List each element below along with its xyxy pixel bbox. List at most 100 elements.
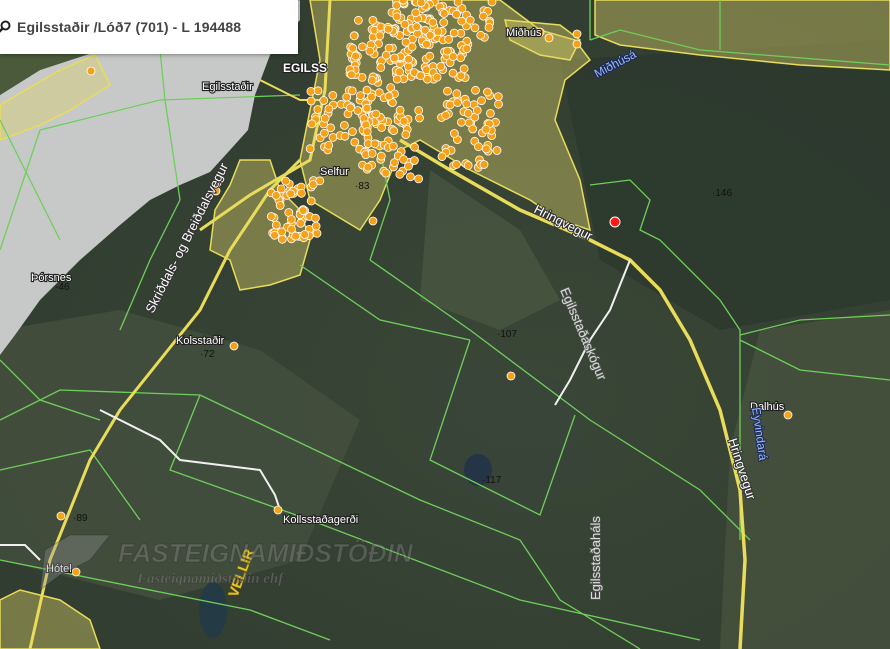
address-point [353,15,363,25]
address-point [457,16,467,26]
elevation-label: ·146 [712,188,732,199]
address-point [370,139,380,149]
address-point [479,160,489,169]
address-point [395,169,405,179]
address-point [328,132,338,142]
address-point [410,142,420,152]
address-point [296,188,306,198]
address-point [346,70,356,80]
address-point [425,51,435,61]
address-point [465,15,475,25]
address-point [313,105,323,114]
address-point [376,151,386,161]
address-point [404,161,413,171]
address-point [392,1,402,10]
address-point [484,22,494,32]
address-point [371,109,381,119]
address-point [319,96,329,105]
map-canvas[interactable]: EGILSS Egilsstaðir Miðhús Þórsnes Kolsst… [0,0,890,649]
address-point [456,53,466,63]
address-point [362,127,372,137]
search-bar[interactable]: Egilsstaðir /Lóð7 (701) - L 194488 [0,0,298,54]
address-point [324,140,334,150]
address-point [392,12,402,22]
address-point [271,220,281,230]
address-point [403,62,413,71]
address-point [300,230,310,239]
address-point [271,191,281,200]
address-point [286,214,296,224]
address-point [468,124,478,134]
elevation-label: ·107 [497,329,517,340]
address-point [432,72,442,82]
address-point [339,121,349,130]
address-point [390,158,399,168]
address-point [395,105,405,115]
place-label-midhus: Miðhús [506,27,542,39]
place-label-egilsstadir-top: EGILSS [283,61,327,75]
place-label-selfur: Selfur [320,166,349,178]
address-point [266,212,276,221]
selected-parcel-marker[interactable] [609,216,621,228]
address-point [328,91,338,100]
address-point [453,98,462,107]
address-point [381,168,391,178]
watermark-subtitle: Fasteignamiðstöðin ehf [136,571,285,587]
address-point [362,103,372,113]
address-point [415,113,424,123]
address-point [416,71,426,81]
address-point [277,234,287,244]
address-point [345,103,355,113]
address-point [470,23,480,33]
address-point [481,144,491,154]
address-point [463,160,473,170]
elevation-label: ·89 [73,513,88,524]
address-point [437,152,447,162]
elevation-label: ·72 [200,349,215,360]
address-point [388,141,398,151]
address-point [381,50,391,60]
address-point [436,62,446,71]
address-point [445,100,455,110]
place-label-kollsstadagerdi: Kollsstaðagerði [283,514,358,526]
address-point [311,221,321,231]
address-point [395,67,405,77]
place-label-kolsstadir: Kolsstaðir [176,335,225,347]
address-point [308,180,318,189]
address-point [307,119,317,129]
address-point [448,68,458,78]
address-point [348,43,358,53]
address-point [449,129,459,138]
address-point [456,71,466,81]
search-query-text[interactable]: Egilsstaðir /Lóð7 (701) - L 194488 [17,19,241,35]
address-point [351,51,361,61]
address-point [319,128,329,138]
address-point [422,39,431,49]
address-point [310,213,320,223]
elevation-label: ·46 [55,282,70,293]
address-point [340,131,350,141]
address-point [275,201,285,210]
address-point [353,106,363,115]
address-point [350,137,360,147]
address-point [428,17,438,27]
address-point [277,227,287,237]
address-point [474,142,483,152]
address-point [347,86,357,96]
address-point [411,8,421,18]
address-point [472,106,482,115]
address-point [320,114,330,123]
address-point [433,27,443,37]
elevation-label: ·83 [355,181,370,192]
address-point [376,63,386,72]
address-point [281,176,291,186]
address-point [441,111,451,120]
search-icon[interactable] [0,20,11,34]
address-point [368,15,378,25]
watermark-title: FASTEIGNAMIÐSTÖÐIN [118,538,414,568]
address-point [342,92,352,102]
address-point [298,206,308,216]
address-point [365,46,375,56]
address-point [412,22,422,32]
address-point [383,24,393,34]
